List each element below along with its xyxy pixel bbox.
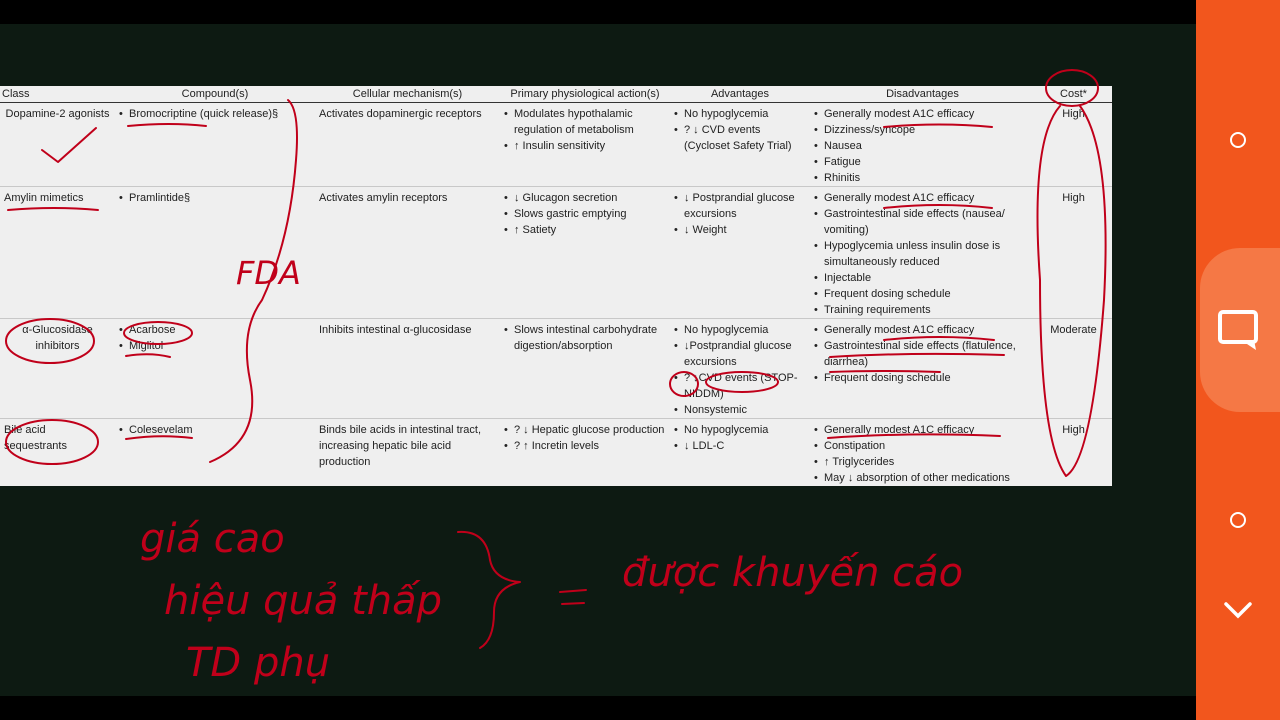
cell-cost: High [1035, 186, 1112, 319]
list-item: Generally modest A1C efficacy [814, 422, 1031, 438]
cell-compounds: Acarbose Miglitol [115, 318, 315, 419]
list-item: Acarbose [119, 322, 311, 338]
cell-disadvantages: Generally modest A1C efficacy Gastrointe… [810, 318, 1035, 419]
whiteboard-canvas[interactable]: Class Compound(s) Cellular mechanism(s) … [0, 24, 1196, 696]
table-row: α-Glucosidase inhibitors Acarbose Miglit… [0, 318, 1112, 419]
right-toolbar [1196, 0, 1280, 720]
cell-compounds: Pramlintide§ [115, 186, 315, 319]
list-item: ? ↓ CVD events (Cycloset Safety Trial) [674, 122, 806, 154]
list-item: Injectable [814, 270, 1031, 286]
cell-disadvantages: Generally modest A1C efficacy Constipati… [810, 418, 1035, 486]
cell-class: Amylin mimetics [0, 186, 115, 319]
cell-advantages: No hypoglycemia ↓ LDL-C [670, 418, 810, 486]
list-item: ↓Postprandial glucose excursions [674, 338, 806, 370]
slide-table-image: Class Compound(s) Cellular mechanism(s) … [0, 86, 1112, 486]
cell-class: α-Glucosidase inhibitors [0, 318, 115, 419]
cell-advantages: ↓ Postprandial glucose excursions ↓ Weig… [670, 186, 810, 319]
list-item: Training requirements [814, 302, 1031, 318]
chevron-down-icon [1224, 602, 1252, 619]
cell-cost: Moderate [1035, 318, 1112, 419]
header-mechanism: Cellular mechanism(s) [315, 86, 500, 103]
cell-cost: High [1035, 418, 1112, 486]
cell-class: Dopamine-2 agonists [5, 108, 110, 120]
list-item: Fatigue [814, 154, 1031, 170]
medication-table: Class Compound(s) Cellular mechanism(s) … [0, 86, 1112, 486]
list-item: Gastrointestinal side effects (flatulenc… [814, 338, 1031, 370]
circle-icon [1230, 512, 1246, 528]
toolbar-button-top[interactable] [1196, 120, 1280, 160]
list-item: Rhinitis [814, 170, 1031, 186]
list-item: ? ↑ Incretin levels [504, 438, 666, 454]
cell-disadvantages: Generally modest A1C efficacy Dizziness/… [810, 103, 1035, 187]
cell-mechanism: Activates amylin receptors [315, 186, 500, 319]
list-item: Slows intestinal carbohydrate digestion/… [504, 322, 666, 354]
list-item: Frequent dosing schedule [814, 370, 1031, 386]
cell-advantages: No hypoglycemia ? ↓ CVD events (Cycloset… [670, 103, 810, 187]
list-item: Modulates hypothalamic regulation of met… [504, 106, 666, 138]
list-item: ↑ Insulin sensitivity [504, 138, 666, 154]
cell-class: Bile acid sequestrants [0, 418, 115, 486]
cell-advantages: No hypoglycemia ↓Postprandial glucose ex… [670, 318, 810, 419]
list-item: ↑ Triglycerides [814, 454, 1031, 470]
header-class: Class [0, 86, 115, 103]
list-item: Gastrointestinal side effects (nausea/ v… [814, 206, 1031, 238]
cell-mechanism: Activates dopaminergic receptors [319, 108, 482, 120]
table-row: Dopamine-2 agonists Bromocriptine (quick… [0, 103, 1112, 187]
header-disadvantages: Disadvantages [810, 86, 1035, 103]
list-item: Miglitol [119, 338, 311, 354]
chat-icon [1218, 310, 1258, 350]
cell-actions: Modulates hypothalamic regulation of met… [500, 103, 670, 187]
list-item: Generally modest A1C efficacy [814, 106, 1031, 122]
cell-actions: ↓ Glucagon secretion Slows gastric empty… [500, 186, 670, 319]
list-item: No hypoglycemia [674, 422, 806, 438]
table-row: Bile acid sequestrants Colesevelam Binds… [0, 418, 1112, 486]
cell-mechanism: Binds bile acids in intestinal tract, in… [315, 418, 500, 486]
cell-compounds: Colesevelam [115, 418, 315, 486]
list-item: Nausea [814, 138, 1031, 154]
list-item: May ↓ absorption of other medications [814, 470, 1031, 486]
list-item: ↓ Glucagon secretion [504, 190, 666, 206]
list-item: Slows gastric emptying [504, 206, 666, 222]
collapse-button[interactable] [1196, 590, 1280, 630]
list-item: Colesevelam [119, 422, 311, 438]
header-compounds: Compound(s) [115, 86, 315, 103]
list-item: Frequent dosing schedule [814, 286, 1031, 302]
list-item: ↑ Satiety [504, 222, 666, 238]
list-item: Constipation [814, 438, 1031, 454]
list-item: Dizziness/syncope [814, 122, 1031, 138]
toolbar-button-bottom[interactable] [1196, 500, 1280, 540]
cell-cost: High [1062, 108, 1085, 120]
cell-disadvantages: Generally modest A1C efficacy Gastrointe… [810, 186, 1035, 319]
table-row: Amylin mimetics Pramlintide§ Activates a… [0, 186, 1112, 319]
cell-actions: ? ↓ Hepatic glucose production ? ↑ Incre… [500, 418, 670, 486]
cell-mechanism: Inhibits intestinal α-glucosidase [315, 318, 500, 419]
cell-compounds: Bromocriptine (quick release)§ [115, 103, 315, 187]
list-item: Generally modest A1C efficacy [814, 190, 1031, 206]
list-item: Hypoglycemia unless insulin dose is simu… [814, 238, 1031, 270]
circle-icon [1230, 132, 1246, 148]
list-item: ↓ Weight [674, 222, 806, 238]
list-item: No hypoglycemia [674, 322, 806, 338]
list-item: Pramlintide§ [119, 190, 311, 206]
list-item: Generally modest A1C efficacy [814, 322, 1031, 338]
table-header-row: Class Compound(s) Cellular mechanism(s) … [0, 86, 1112, 103]
header-cost: Cost* [1035, 86, 1112, 103]
list-item: ? ↓CVD events (STOP-NIDDM) [674, 370, 806, 402]
list-item: ? ↓ Hepatic glucose production [504, 422, 666, 438]
list-item: ↓ Postprandial glucose excursions [674, 190, 806, 222]
header-actions: Primary physiological action(s) [500, 86, 670, 103]
chat-button[interactable] [1200, 248, 1280, 412]
header-advantages: Advantages [670, 86, 810, 103]
cell-actions: Slows intestinal carbohydrate digestion/… [500, 318, 670, 419]
list-item: Bromocriptine (quick release)§ [119, 106, 311, 122]
list-item: No hypoglycemia [674, 106, 806, 122]
list-item: Nonsystemic [674, 402, 806, 418]
list-item: ↓ LDL-C [674, 438, 806, 454]
